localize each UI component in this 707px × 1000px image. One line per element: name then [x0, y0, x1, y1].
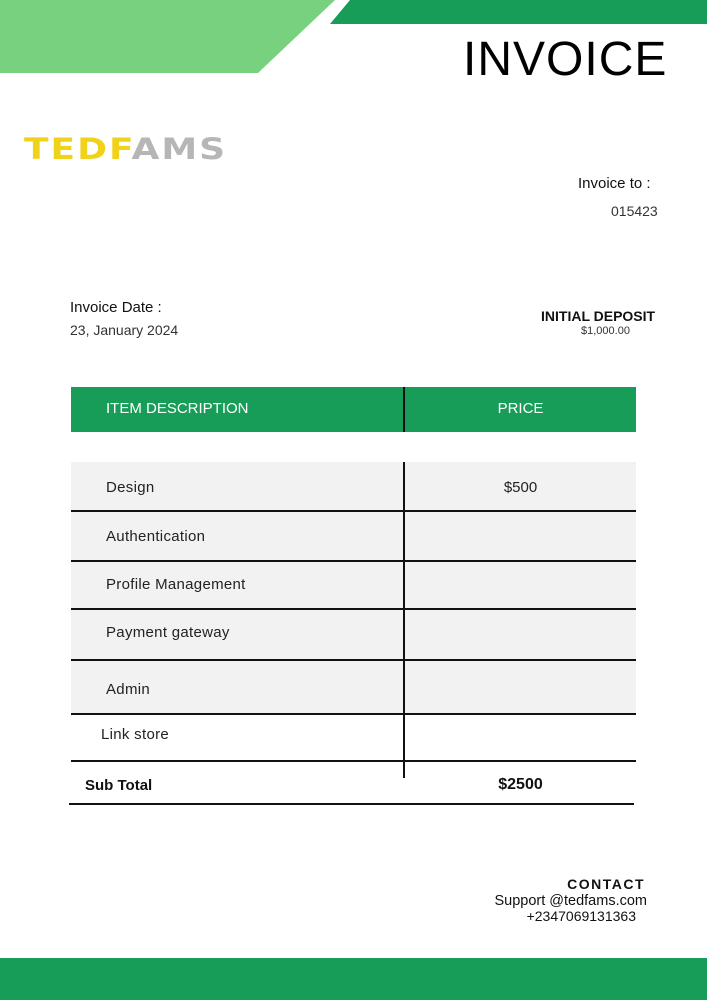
logo-part-yellow: TEDF	[24, 132, 132, 167]
row-description: Authentication	[106, 528, 206, 545]
contact-phone: +2347069131363	[526, 908, 636, 924]
row-divider	[403, 512, 405, 560]
table-row: Payment gateway	[71, 610, 636, 661]
contact-label: CONTACT	[567, 876, 645, 892]
logo-part-gray: AMS	[131, 132, 228, 167]
header-light-green-shape	[0, 0, 335, 73]
invoice-title: INVOICE	[463, 33, 668, 86]
row-description: Link store	[101, 726, 170, 743]
row-description: Payment gateway	[106, 624, 230, 641]
row-divider	[403, 562, 405, 608]
subtotal-value: $2500	[498, 776, 543, 793]
table-row: Design $500	[71, 462, 636, 512]
company-logo: TEDFAMS	[24, 135, 227, 165]
row-description: Design	[106, 479, 155, 496]
column-header-description: ITEM DESCRIPTION	[106, 400, 249, 417]
invoice-date-label: Invoice Date :	[70, 299, 162, 316]
table-row: Profile Management	[71, 562, 636, 610]
row-divider	[403, 661, 405, 713]
table-header: ITEM DESCRIPTION PRICE	[71, 387, 636, 432]
table-body: Design $500 Authentication Profile Manag…	[71, 462, 636, 762]
contact-email: Support @tedfams.com	[494, 893, 647, 909]
column-header-price: PRICE	[497, 400, 544, 417]
row-price: $500	[503, 479, 538, 496]
deposit-label: INITIAL DEPOSIT	[541, 308, 656, 324]
row-divider	[403, 610, 405, 659]
footer-band	[0, 958, 707, 1000]
table-row: Authentication	[71, 512, 636, 562]
row-description: Admin	[106, 681, 151, 698]
deposit-value: $1,000.00	[581, 325, 630, 337]
table-row: Link store	[71, 715, 636, 762]
subtotal-row: Sub Total $2500	[69, 762, 634, 805]
subtotal-label: Sub Total	[85, 777, 153, 794]
row-divider	[403, 715, 405, 760]
row-description: Profile Management	[106, 576, 246, 593]
invoice-date-value: 23, January 2024	[70, 322, 179, 338]
invoice-to-value: 015423	[611, 203, 658, 219]
invoice-to-label: Invoice to :	[578, 175, 651, 192]
header-green-band	[330, 0, 707, 24]
table-row: Admin	[71, 661, 636, 715]
